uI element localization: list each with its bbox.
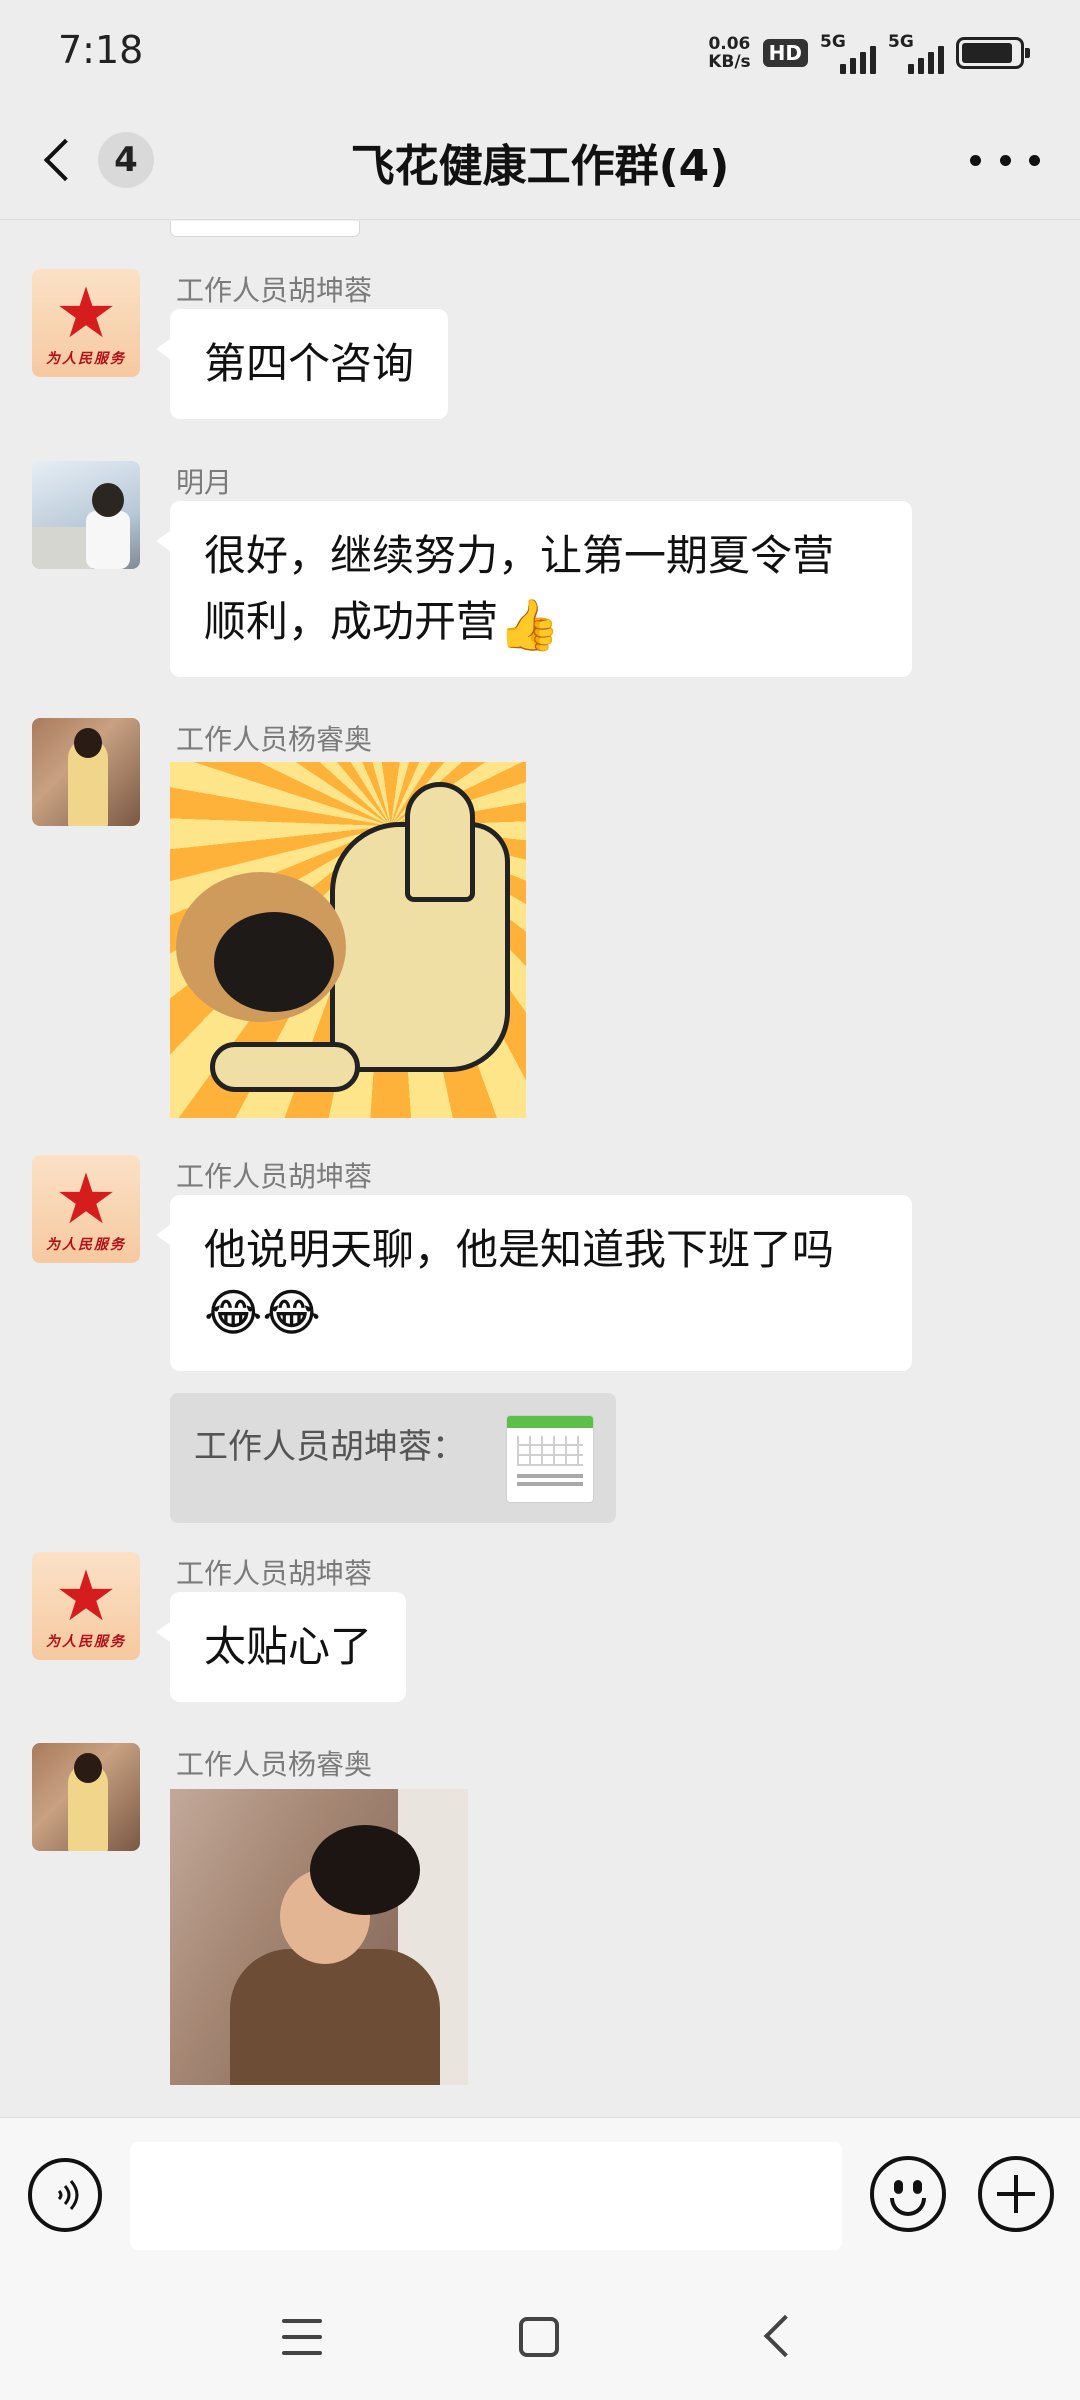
- input-bar: [0, 2117, 1080, 2277]
- message-bubble[interactable]: 太贴心了: [155, 1592, 407, 1702]
- dot-icon: [999, 154, 1011, 166]
- quoted-message-card[interactable]: 工作人员胡坤蓉：: [170, 1393, 616, 1523]
- quote-thumbnail: [506, 1415, 594, 1503]
- signal-bar: [918, 58, 924, 74]
- doge-thumbs-up-sticker[interactable]: [170, 762, 526, 1118]
- hd-voice-icon: HD: [762, 39, 808, 67]
- avatar-desk: [32, 527, 92, 569]
- signal-icon: 5G: [888, 32, 944, 74]
- message-item: 明月 很好，继续努力，让第一期夏令营 顺利，成功开营👍: [0, 461, 1080, 677]
- star-icon: ★: [54, 272, 118, 354]
- laughing-crying-icon: 😂😂: [204, 1284, 321, 1342]
- sender-name: 工作人员胡坤蓉: [176, 1160, 373, 1193]
- system-nav-bar: [0, 2277, 1080, 2400]
- thumbnail-line: [517, 1482, 583, 1486]
- avatar-head: [74, 1753, 102, 1783]
- net-speed-value: 0.06: [708, 34, 751, 54]
- message-input[interactable]: [130, 2142, 842, 2250]
- network-type-label: 5G: [820, 32, 846, 52]
- sender-name: 工作人员胡坤蓉: [176, 274, 373, 307]
- red-star-avatar[interactable]: ★ 为人民服务: [32, 1552, 140, 1660]
- message-text: 第四个咨询: [204, 339, 415, 388]
- sender-name: 工作人员杨睿奥: [176, 1748, 373, 1781]
- signal-bar: [870, 46, 876, 74]
- thumbnail-header: [507, 1416, 593, 1428]
- status-icons: 0.06 KB/s HD 5G 5G: [708, 28, 1030, 78]
- menu-line: [282, 2319, 322, 2323]
- photo-body: [230, 1949, 440, 2085]
- more-options-button[interactable]: [970, 140, 1040, 180]
- avatar-head: [92, 483, 124, 517]
- red-star-avatar[interactable]: ★ 为人民服务: [32, 1155, 140, 1263]
- sender-name: 工作人员胡坤蓉: [176, 1557, 373, 1590]
- sender-name: 工作人员杨睿奥: [176, 723, 373, 756]
- message-list[interactable]: ★ 为人民服务 工作人员胡坤蓉 第四个咨询 明月 很好，继续努力，让第一期夏令营…: [0, 221, 1080, 2117]
- status-bar: 7:18 0.06 KB/s HD 5G 5G: [0, 0, 1080, 100]
- dot-icon: [970, 154, 981, 166]
- message-text: 太贴心了: [204, 1622, 373, 1671]
- network-type-label: 5G: [888, 32, 914, 52]
- dot-icon: [1029, 154, 1040, 166]
- quote-text: 工作人员胡坤蓉：: [194, 1427, 466, 1467]
- girl-photo-avatar[interactable]: [32, 718, 140, 826]
- sticker-nose: [214, 912, 334, 1012]
- thumbnail-grid: [517, 1436, 583, 1466]
- thumbnail-line: [517, 1474, 583, 1478]
- emoji-eye: [913, 2180, 922, 2194]
- thumbs-up-icon: 👍: [498, 596, 561, 654]
- avatar-motto: 为人民服务: [46, 351, 126, 367]
- message-text-line: 顺利，成功开营: [204, 597, 499, 646]
- net-speed: 0.06 KB/s: [708, 35, 750, 71]
- plus-button[interactable]: [978, 2156, 1054, 2232]
- red-star-avatar[interactable]: ★ 为人民服务: [32, 269, 140, 377]
- star-icon: ★: [54, 1555, 118, 1637]
- message-bubble[interactable]: 第四个咨询: [155, 309, 449, 419]
- emoji-mouth: [890, 2198, 926, 2216]
- avatar-motto: 为人民服务: [46, 1634, 126, 1650]
- signal-bar: [908, 64, 914, 74]
- home-icon[interactable]: [519, 2317, 559, 2357]
- signal-bar: [860, 52, 866, 74]
- avatar-head: [74, 728, 102, 758]
- signal-bar: [850, 58, 856, 74]
- message-text: 他说明天聊，他是知道我下班了吗: [204, 1225, 835, 1274]
- signal-bar: [928, 52, 934, 74]
- office-photo-avatar[interactable]: [32, 461, 140, 569]
- message-item: 工作人员杨睿奥: [0, 1743, 1080, 2085]
- message-bubble[interactable]: 他说明天聊，他是知道我下班了吗 😂😂: [156, 1195, 912, 1371]
- battery-icon: [956, 37, 1030, 69]
- signal-bar: [840, 64, 846, 74]
- photo-hair: [310, 1825, 420, 1915]
- star-icon: ★: [54, 1158, 118, 1240]
- message-bubble[interactable]: 很好，继续努力，让第一期夏令营 顺利，成功开营👍: [156, 501, 912, 677]
- message-item: 工作人员杨睿奥: [0, 718, 1080, 1118]
- battery-level: [962, 43, 1013, 63]
- signal-icon: 5G: [820, 32, 876, 74]
- sticker-feet: [210, 1042, 360, 1092]
- signal-bar: [938, 46, 944, 74]
- message-text-line: 很好，继续努力，让第一期夏令营: [204, 531, 835, 580]
- net-speed-unit: KB/s: [708, 52, 751, 72]
- voice-icon: [57, 2180, 79, 2210]
- back-icon[interactable]: [763, 2314, 807, 2358]
- previous-card-peek[interactable]: [170, 221, 360, 237]
- sender-name: 明月: [176, 466, 233, 499]
- avatar-figure: [86, 511, 130, 569]
- sticker-thumb: [405, 782, 475, 902]
- voice-button[interactable]: [28, 2158, 102, 2232]
- menu-icon[interactable]: [282, 2319, 322, 2355]
- girl-photo-avatar[interactable]: [32, 1743, 140, 1851]
- chat-header: 4 飞花健康工作群(4): [0, 100, 1080, 220]
- emoji-button[interactable]: [870, 2156, 946, 2232]
- menu-line: [282, 2335, 322, 2339]
- image-message[interactable]: [170, 1789, 468, 2085]
- avatar-motto: 为人民服务: [46, 1237, 126, 1253]
- chat-title: 飞花健康工作群(4): [350, 141, 730, 192]
- emoji-eye: [894, 2180, 903, 2194]
- status-time: 7:18: [58, 28, 144, 72]
- menu-line: [282, 2351, 322, 2355]
